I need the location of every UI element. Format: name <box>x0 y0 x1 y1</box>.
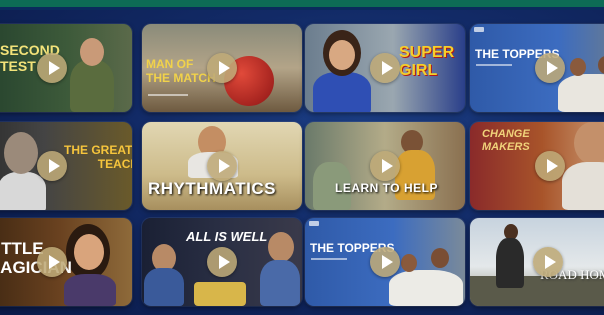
play-button[interactable] <box>535 53 565 83</box>
girl-face <box>329 40 355 70</box>
student-face <box>401 254 417 272</box>
play-button[interactable] <box>535 151 565 181</box>
video-card-little-magician[interactable]: LITTLE MAGICIAN <box>0 218 132 306</box>
girl-figure <box>313 72 371 112</box>
play-button[interactable] <box>370 247 400 277</box>
brand-logo <box>309 221 319 226</box>
boy-face <box>4 132 38 174</box>
card-title: SUPER GIRL <box>399 44 455 79</box>
video-card-all-is-well[interactable]: ALL IS WELL <box>142 218 302 306</box>
video-card-road-home[interactable]: ROAD HOME <box>470 218 604 306</box>
play-button[interactable] <box>37 53 67 83</box>
boy-face <box>574 122 604 164</box>
subtitle-line <box>148 94 188 96</box>
subtitle-line <box>311 258 347 260</box>
play-button[interactable] <box>370 53 400 83</box>
boy-figure <box>260 260 300 306</box>
video-card-learn-to-help[interactable]: LEARN TO HELP <box>305 122 465 210</box>
play-button[interactable] <box>207 247 237 277</box>
students-group <box>558 74 604 112</box>
card-title: RHYTHMATICS <box>148 179 276 198</box>
card-title: THE GREATEST TEACHER <box>64 143 132 171</box>
card-title: MAN OF THE MATCH <box>146 57 216 85</box>
girl-face <box>74 234 104 270</box>
play-button[interactable] <box>370 151 400 181</box>
lunch-box <box>194 282 246 306</box>
video-grid: SECOND TEST MAN OF THE MATCH SUPER GIRL … <box>0 0 604 315</box>
video-card-super-girl[interactable]: SUPER GIRL <box>305 24 465 112</box>
play-button[interactable] <box>207 53 237 83</box>
boy-figure <box>0 172 46 210</box>
video-card-rhythmatics[interactable]: RHYTHMATICS <box>142 122 302 210</box>
boy-figure <box>144 268 184 306</box>
teacher-face <box>80 38 104 66</box>
brand-logo <box>474 27 484 32</box>
students-group <box>389 270 463 306</box>
subtitle-line <box>476 64 512 66</box>
student-face <box>431 248 449 268</box>
boy-figure <box>562 162 604 210</box>
play-button[interactable] <box>207 151 237 181</box>
card-title: ALL IS WELL <box>186 229 268 244</box>
video-card-the-toppers[interactable]: THE TOPPERS <box>470 24 604 112</box>
video-card-the-greatest-teacher[interactable]: THE GREATEST TEACHER <box>0 122 132 210</box>
play-button[interactable] <box>37 247 67 277</box>
video-card-change-makers[interactable]: CHANGE MAKERS <box>470 122 604 210</box>
card-title: LEARN TO HELP <box>335 181 438 195</box>
boy-face <box>268 232 294 262</box>
video-card-second-test[interactable]: SECOND TEST <box>0 24 132 112</box>
girl-figure <box>64 274 116 306</box>
video-card-man-of-the-match[interactable]: MAN OF THE MATCH <box>142 24 302 112</box>
boy-figure <box>496 238 524 288</box>
play-button[interactable] <box>533 247 563 277</box>
play-button[interactable] <box>37 151 67 181</box>
video-card-the-toppers-2[interactable]: THE TOPPERS <box>305 218 465 306</box>
student-face <box>570 58 586 76</box>
teacher-figure <box>70 60 114 112</box>
card-title: CHANGE MAKERS <box>482 128 530 154</box>
